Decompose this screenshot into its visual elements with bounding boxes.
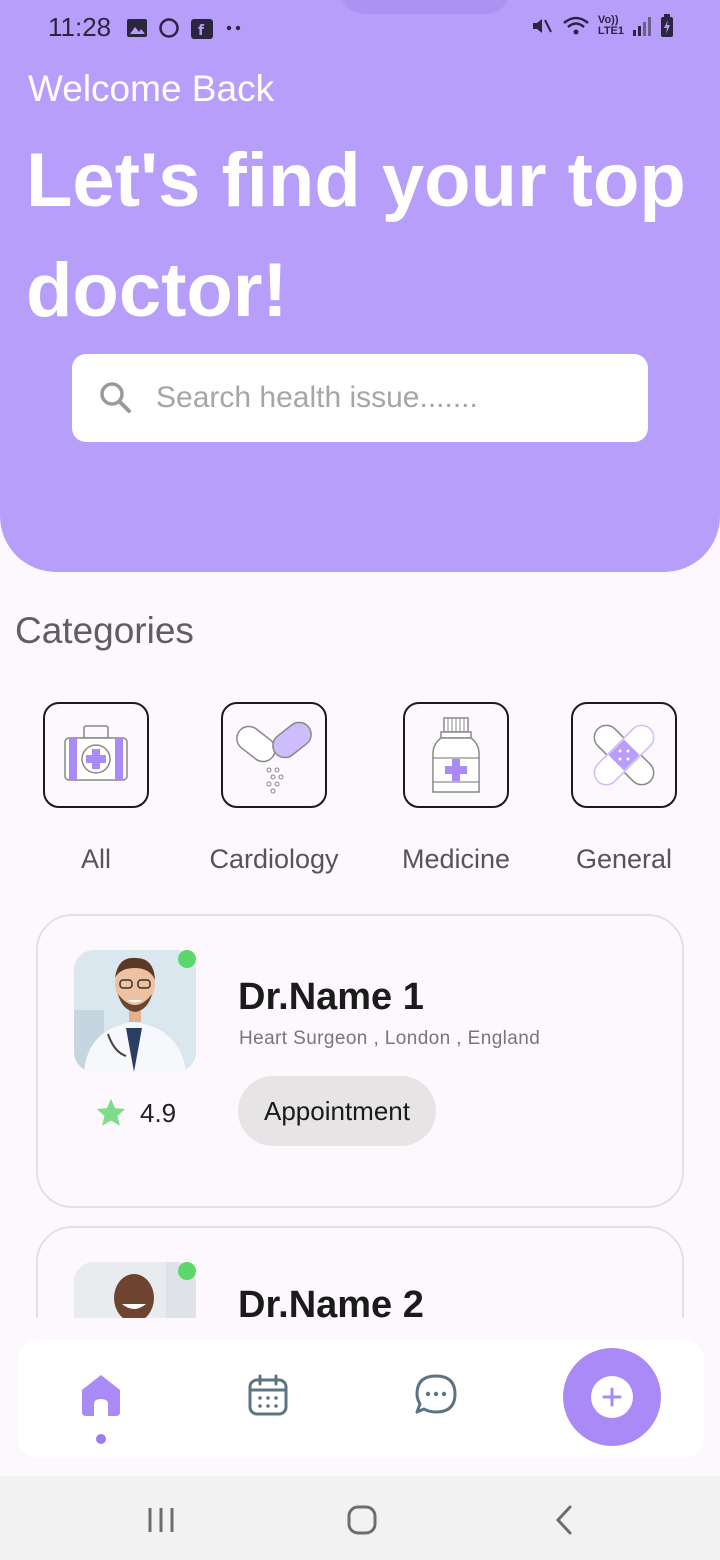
app-notification-icon: f — [191, 19, 213, 39]
doctor-card[interactable]: 4.9 Dr.Name 1 Heart Surgeon , London , E… — [36, 914, 684, 1208]
plus-icon — [602, 1387, 622, 1407]
star-icon — [96, 1098, 126, 1126]
mute-icon — [532, 19, 552, 33]
category-cardiology-button[interactable] — [221, 702, 327, 808]
category-label-all: All — [80, 844, 111, 874]
category-label-general: General — [575, 844, 673, 874]
svg-text:f: f — [198, 23, 205, 39]
doctor-list[interactable]: 4.9 Dr.Name 1 Heart Surgeon , London , E… — [0, 900, 720, 1318]
category-label-cardiology: Cardiology — [209, 844, 339, 874]
categories-title: Categories — [15, 610, 194, 651]
first-aid-kit-icon — [64, 725, 128, 781]
status-time: 11:28 — [48, 12, 112, 42]
recent-apps-icon[interactable] — [146, 1506, 176, 1534]
home-system-icon[interactable] — [346, 1504, 378, 1536]
calendar-icon — [248, 1374, 288, 1416]
doctor-card[interactable]: Dr.Name 2 — [36, 1226, 684, 1318]
wifi-icon — [563, 16, 589, 35]
search-bar[interactable] — [72, 354, 648, 442]
more-dots-icon — [226, 25, 241, 31]
category-general-button[interactable] — [571, 702, 677, 808]
online-indicator — [178, 950, 196, 968]
category-all-button[interactable] — [43, 702, 149, 808]
signal-icon — [633, 17, 651, 36]
chat-icon — [415, 1374, 457, 1414]
search-icon — [100, 382, 131, 413]
medicine-bottle-icon — [432, 717, 480, 793]
online-indicator — [178, 1262, 196, 1280]
header-panel: 11:28 f Vo)) LTE1 Welcome Back Let's fin… — [0, 0, 720, 572]
doctor-info: Heart Surgeon , London , England — [239, 1028, 541, 1049]
doctor-name: Dr.Name 2 — [238, 1284, 424, 1318]
appointment-button[interactable]: Appointment — [238, 1076, 436, 1146]
rating: 4.9 — [94, 1096, 176, 1130]
system-navigation-bar — [0, 1476, 720, 1560]
avatar — [74, 950, 196, 1072]
welcome-text: Welcome Back — [28, 68, 275, 109]
bottom-navigation — [18, 1340, 704, 1458]
nav-chat[interactable] — [411, 1370, 461, 1420]
bandage-icon — [593, 724, 655, 786]
rating-value: 4.9 — [140, 1097, 177, 1128]
back-icon[interactable] — [552, 1504, 576, 1536]
nav-home[interactable] — [76, 1370, 126, 1420]
circle-icon — [159, 18, 179, 38]
battery-icon — [661, 14, 673, 37]
page-title: Let's find your top doctor! — [26, 138, 686, 333]
category-label-medicine: Medicine — [401, 844, 511, 874]
search-input[interactable] — [156, 381, 616, 415]
add-button[interactable] — [563, 1348, 661, 1446]
gallery-icon — [127, 19, 147, 37]
active-indicator — [96, 1434, 106, 1444]
lte-label: LTE1 — [597, 25, 624, 37]
category-medicine-button[interactable] — [403, 702, 509, 808]
home-icon — [82, 1375, 120, 1416]
status-bar: 11:28 f Vo)) LTE1 — [0, 0, 720, 56]
doctor-name: Dr.Name 1 — [238, 976, 424, 1018]
nav-calendar[interactable] — [243, 1370, 293, 1420]
capsule-icon — [236, 721, 312, 794]
